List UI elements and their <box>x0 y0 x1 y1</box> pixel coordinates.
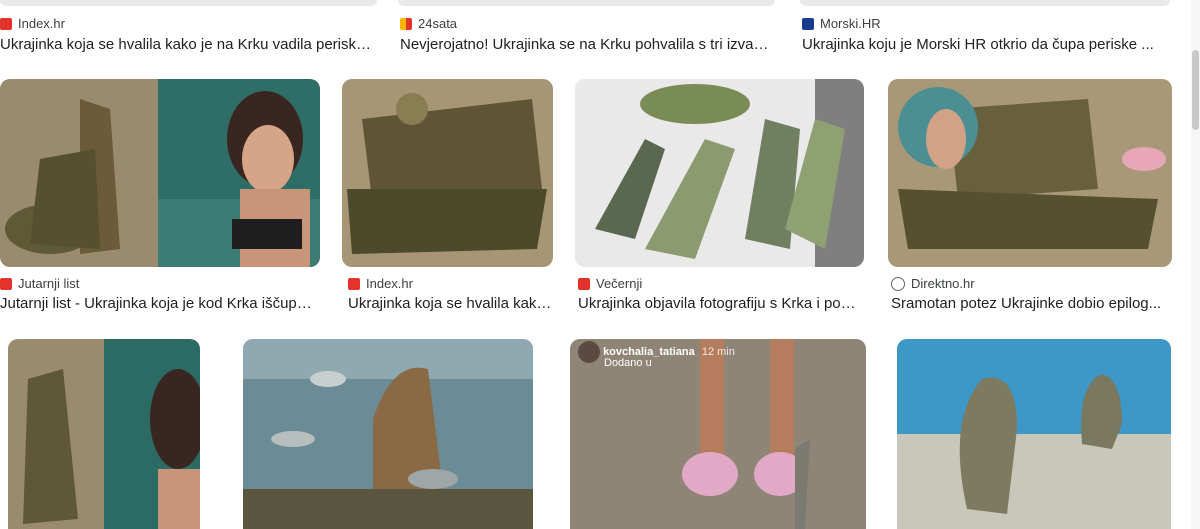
image-tile-top-3[interactable] <box>800 0 1170 6</box>
result-source[interactable]: Morski.HR <box>802 16 881 31</box>
story-time: 12 min <box>701 345 735 358</box>
image-tile-top-1[interactable] <box>0 0 377 6</box>
source-label: Index.hr <box>366 276 413 291</box>
result-title[interactable]: Ukrajinka koju je Morski HR otkrio da ču… <box>802 36 1162 53</box>
index-hr-favicon-icon <box>348 277 360 290</box>
result-title[interactable]: Ukrajinka koja se hvalila kako je na Krk… <box>0 36 372 53</box>
image-tile-top-2[interactable] <box>398 0 775 6</box>
pen-shells-on-tiles-photo <box>575 79 864 267</box>
direktno-favicon-icon <box>891 276 905 291</box>
result-title[interactable]: Sramotan potez Ukrajinke dobio epilog... <box>891 295 1173 312</box>
story-added-label: Dodano u <box>604 357 652 369</box>
result-title[interactable]: Ukrajinka objavila fotografiju s Krka i … <box>578 295 863 312</box>
source-label: Direktno.hr <box>911 276 975 291</box>
image-tile-vecernji[interactable] <box>575 79 864 267</box>
result-source[interactable]: Index.hr <box>348 276 413 291</box>
avatar <box>578 341 600 363</box>
24sata-favicon-icon <box>400 17 412 30</box>
image-tile-row3-1[interactable] <box>8 339 200 529</box>
result-title[interactable]: Jutarnji list - Ukrajinka koja je kod Kr… <box>0 295 318 312</box>
scrollbar-thumb[interactable] <box>1192 50 1199 130</box>
source-label: 24sata <box>418 16 458 31</box>
image-tile-row3-3[interactable]: kovchalia_tatiana 12 min Dodano u <box>570 339 866 529</box>
result-source[interactable]: Index.hr <box>0 16 65 31</box>
source-label: Index.hr <box>18 16 65 31</box>
pen-shells-and-woman-photo <box>8 339 200 529</box>
index-hr-favicon-icon <box>0 17 12 30</box>
image-tile-jutarnji[interactable] <box>0 79 320 267</box>
result-source[interactable]: Večernji <box>578 276 642 291</box>
result-source[interactable]: Jutarnji list <box>0 276 79 291</box>
vecernji-favicon-icon <box>578 277 590 290</box>
jutarnji-favicon-icon <box>0 277 12 290</box>
source-label: Večernji <box>596 276 643 291</box>
morski-hr-favicon-icon <box>802 17 814 30</box>
aquarium-pen-shell-photo <box>243 339 533 529</box>
result-title[interactable]: Nevjerojatno! Ukrajinka se na Krku pohva… <box>400 36 772 53</box>
image-tile-index[interactable] <box>342 79 553 267</box>
result-source[interactable]: 24sata <box>400 16 457 31</box>
story-overlay: kovchalia_tatiana 12 min Dodano u <box>578 341 735 370</box>
result-source[interactable]: Direktno.hr <box>891 276 975 291</box>
source-label: Morski.HR <box>820 16 881 31</box>
pen-shells-photo <box>342 79 553 267</box>
underwater-pen-shells-photo <box>897 339 1171 529</box>
result-title[interactable]: Ukrajinka koja se hvalila kako je na Krk… <box>348 295 553 312</box>
image-tile-row3-2[interactable] <box>243 339 533 529</box>
pen-shells-with-selfie-photo <box>888 79 1172 267</box>
image-tile-row3-4[interactable] <box>897 339 1171 529</box>
image-tile-direktno[interactable] <box>888 79 1172 267</box>
pen-shells-and-woman-photo <box>0 79 320 267</box>
source-label: Jutarnji list <box>18 276 80 291</box>
